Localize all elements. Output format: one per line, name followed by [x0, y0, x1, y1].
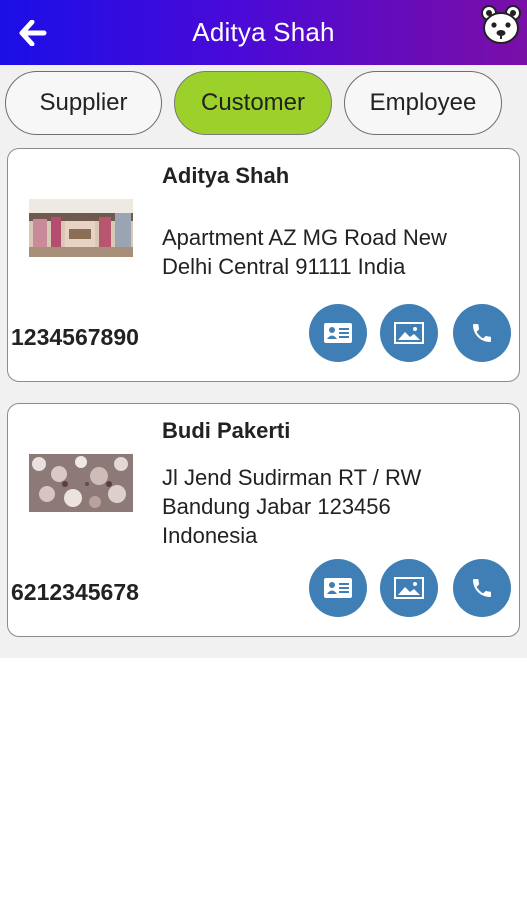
- tab-supplier[interactable]: Supplier: [5, 71, 162, 135]
- call-button[interactable]: [453, 304, 511, 362]
- contact-card[interactable]: Budi Pakerti Jl Jend Sudirman RT / RW Ba…: [7, 403, 520, 637]
- id-card-icon: [324, 578, 352, 598]
- contact-name: Budi Pakerti: [162, 418, 291, 443]
- contact-name: Aditya Shah: [162, 163, 290, 188]
- tab-employee[interactable]: Employee: [344, 71, 502, 135]
- image-button[interactable]: [380, 304, 438, 362]
- app-screen: Aditya Shah Supplier Customer Employee A…: [0, 0, 527, 900]
- back-button[interactable]: [14, 14, 52, 52]
- bear-face-icon: [481, 5, 521, 44]
- contact-phone: 6212345678: [11, 579, 139, 605]
- id-card-icon: [324, 323, 352, 343]
- tab-customer[interactable]: Customer: [174, 71, 332, 135]
- id-card-button[interactable]: [309, 304, 367, 362]
- page-title: Aditya Shah: [192, 17, 335, 47]
- avatar-button[interactable]: [479, 3, 523, 47]
- arrow-left-icon: [19, 20, 47, 46]
- contact-address: Apartment AZ MG Road New Delhi Central 9…: [162, 225, 447, 279]
- tab-bar: Supplier Customer Employee: [0, 71, 527, 135]
- phone-icon: [473, 579, 491, 597]
- contact-photo: [29, 199, 133, 257]
- contact-photo: [29, 454, 133, 512]
- contact-phone: 1234567890: [11, 324, 139, 350]
- contact-address: Jl Jend Sudirman RT / RW Bandung Jabar 1…: [162, 465, 422, 548]
- header-bar: Aditya Shah: [0, 0, 527, 65]
- id-card-button[interactable]: [309, 559, 367, 617]
- image-icon: [394, 577, 424, 599]
- image-icon: [394, 322, 424, 344]
- image-button[interactable]: [380, 559, 438, 617]
- contact-card[interactable]: Aditya Shah Apartment AZ MG Road New Del…: [7, 148, 520, 382]
- phone-icon: [473, 324, 491, 342]
- call-button[interactable]: [453, 559, 511, 617]
